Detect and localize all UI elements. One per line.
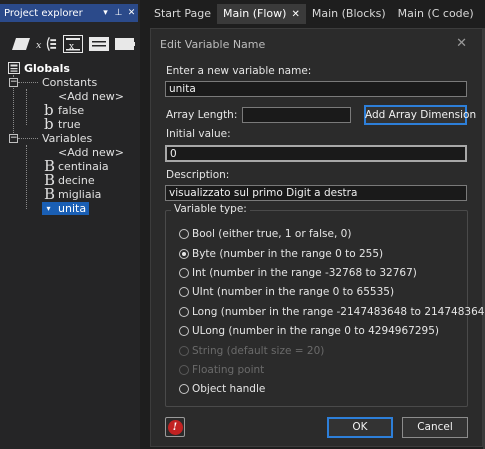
tree-item-add-new-variable[interactable]: <Add new> xyxy=(58,145,124,159)
explorer-toolbar: x x xyxy=(10,34,135,53)
radio-label: Object handle xyxy=(192,383,266,395)
description-label: Description: xyxy=(166,169,230,181)
tree-label: <Add new> xyxy=(58,89,124,103)
tree-label: migliaia xyxy=(58,187,102,201)
svg-text:x: x xyxy=(36,39,42,50)
ok-button[interactable]: OK xyxy=(327,417,393,438)
radio-button xyxy=(179,346,189,356)
radio-uint[interactable]: UInt (number in the range 0 to 65535) xyxy=(179,285,394,299)
radio-floating-point: Floating point xyxy=(179,363,264,377)
tree-label-globals: Globals xyxy=(24,61,70,75)
tab-label: Main (Flow) xyxy=(223,7,287,20)
add-array-dimension-button[interactable]: Add Array Dimension xyxy=(364,105,476,125)
radio-button[interactable] xyxy=(179,287,189,297)
radio-int[interactable]: Int (number in the range -32768 to 32767… xyxy=(179,266,417,280)
tab-main-blocks[interactable]: Main (Blocks) xyxy=(306,4,392,24)
radio-label: Long (number in the range -2147483648 to… xyxy=(192,306,485,318)
radio-button[interactable] xyxy=(179,229,189,239)
tree-item-add-new-constant[interactable]: <Add new> xyxy=(58,89,124,103)
radio-button[interactable] xyxy=(179,268,189,278)
tree-item-constants[interactable]: Constants xyxy=(42,75,97,89)
radio-object-handle[interactable]: Object handle xyxy=(179,382,265,396)
pin-icon[interactable]: ⊥ xyxy=(112,5,125,21)
tree-line xyxy=(18,138,38,139)
tab-label: Main (Blocks) xyxy=(311,7,386,20)
cancel-button[interactable]: Cancel xyxy=(402,417,468,438)
tree-label-constants: Constants xyxy=(42,75,98,89)
list-icon[interactable] xyxy=(88,34,109,53)
tab-main-flow[interactable]: Main (Flow) ✕ xyxy=(217,4,306,24)
description-input[interactable]: visualizzato sul primo Digit a destra xyxy=(165,185,467,201)
variable-name-label: Enter a new variable name: xyxy=(166,65,312,77)
tree-item-constant[interactable]: b true xyxy=(44,115,81,133)
radio-label: Byte (number in the range 0 to 255) xyxy=(192,248,384,260)
collapse-variables-icon[interactable]: − xyxy=(9,134,18,143)
radio-ulong[interactable]: ULong (number in the range 0 to 42949672… xyxy=(179,324,439,338)
radio-label: Floating point xyxy=(192,364,265,376)
tree-item-variables[interactable]: Variables xyxy=(42,131,92,145)
radio-label: Bool (either true, 1 or false, 0) xyxy=(192,228,352,240)
tree-label: <Add new> xyxy=(58,145,124,159)
radio-button[interactable] xyxy=(179,326,189,336)
block-icon[interactable] xyxy=(114,34,135,53)
tree-line xyxy=(18,82,38,83)
tree-line xyxy=(26,145,27,209)
radio-button[interactable] xyxy=(179,307,189,317)
tree-item-variable[interactable]: B migliaia xyxy=(44,185,102,203)
project-explorer-panel: Project explorer ▾ ⊥ ✕ x x Globals − Con… xyxy=(0,0,140,449)
tree-item-globals[interactable]: Globals xyxy=(8,61,70,75)
radio-label: ULong (number in the range 0 to 42949672… xyxy=(192,325,439,337)
radio-long[interactable]: Long (number in the range -2147483648 to… xyxy=(179,305,485,319)
tree-label: false xyxy=(58,103,85,117)
radio-bool[interactable]: Bool (either true, 1 or false, 0) xyxy=(179,227,351,241)
tree-label-selected: unita xyxy=(55,201,90,215)
radio-button-checked[interactable] xyxy=(179,249,189,259)
panel-dropdown-icon[interactable]: ▾ xyxy=(99,5,112,21)
variable-type-icon: B xyxy=(44,185,56,203)
tree-label: centinaia xyxy=(58,159,109,173)
radio-label: UInt (number in the range 0 to 65535) xyxy=(192,286,395,298)
variable-type-label: Variable type: xyxy=(171,203,250,215)
panel-close-icon[interactable]: ✕ xyxy=(125,5,138,21)
array-length-label: Array Length: xyxy=(166,109,238,121)
collapse-constants-icon[interactable]: − xyxy=(9,78,18,87)
help-icon: ! xyxy=(167,419,183,435)
initial-value-input[interactable]: 0 xyxy=(165,145,467,162)
tree-item-variable-selected[interactable]: ▾ unita xyxy=(42,201,90,215)
tab-close-icon[interactable]: ✕ xyxy=(291,9,299,20)
dropdown-arrow-icon[interactable]: ▾ xyxy=(42,201,55,215)
tab-label: Main (C code) xyxy=(397,7,474,20)
constant-type-icon: b xyxy=(44,115,54,133)
dialog-close-icon[interactable]: ✕ xyxy=(456,36,467,51)
radio-byte[interactable]: Byte (number in the range 0 to 255) xyxy=(179,247,383,261)
radio-string: String (default size = 20) xyxy=(179,344,324,358)
dialog-title: Edit Variable Name xyxy=(160,38,266,51)
variable-name-input[interactable]: unita xyxy=(165,81,467,97)
equation-icon[interactable]: x xyxy=(62,34,83,53)
radio-label: String (default size = 20) xyxy=(192,345,325,357)
edit-variable-dialog: Edit Variable Name ✕ Enter a new variabl… xyxy=(150,28,485,447)
globals-icon xyxy=(8,62,20,74)
parallelogram-icon[interactable] xyxy=(10,34,31,53)
tree-label: true xyxy=(58,117,81,131)
tab-start-page[interactable]: Start Page xyxy=(148,4,217,24)
document-tabs: Start Page Main (Flow) ✕ Main (Blocks) Ma… xyxy=(148,4,480,24)
array-length-input[interactable] xyxy=(242,107,351,123)
tab-main-c-code[interactable]: Main (C code) xyxy=(392,4,480,24)
tab-label: Start Page xyxy=(154,7,211,20)
tree-label-variables: Variables xyxy=(42,131,93,145)
radio-button[interactable] xyxy=(179,384,189,394)
radio-button xyxy=(179,365,189,375)
variable-x-icon[interactable]: x xyxy=(36,34,57,53)
tree-label: decine xyxy=(58,173,95,187)
explorer-title: Project explorer xyxy=(4,7,83,19)
radio-label: Int (number in the range -32768 to 32767… xyxy=(192,267,417,279)
tree-line xyxy=(26,89,27,125)
help-button[interactable]: ! xyxy=(165,417,185,437)
explorer-titlebar: Project explorer ▾ ⊥ ✕ xyxy=(0,4,138,22)
initial-value-label: Initial value: xyxy=(166,128,231,140)
